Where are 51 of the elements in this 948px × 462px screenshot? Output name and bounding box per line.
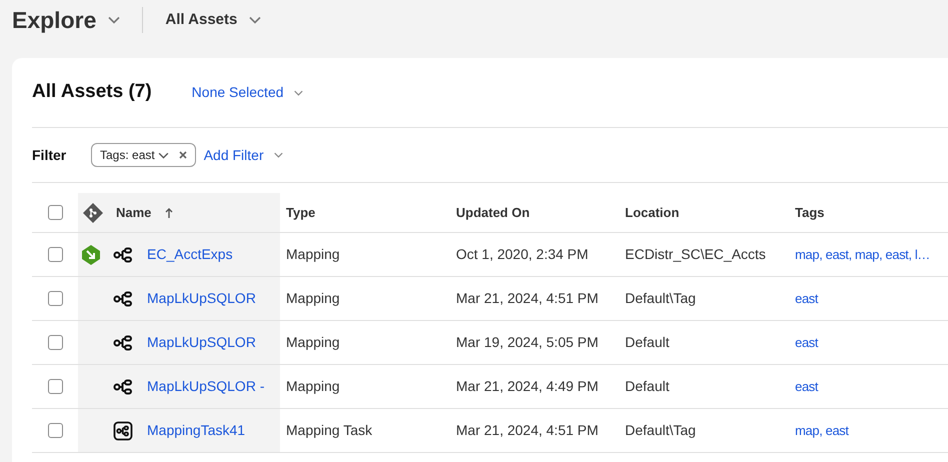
row-checkbox[interactable] [48,423,62,438]
tags-links[interactable]: east [789,376,818,396]
location-cell-text: Default [624,377,670,396]
mapping-icon [113,378,133,394]
type-cell-text: Mapping [285,245,341,264]
tags-links[interactable]: map, east, map, east, l… [789,244,930,264]
caret-icon [158,152,169,158]
tags-links[interactable]: map, east [789,420,848,440]
selection-dropdown[interactable]: None Selected [192,82,284,103]
row-checkbox[interactable] [48,247,62,262]
tags-links[interactable]: east [789,288,818,308]
tags-links[interactable]: east [789,332,818,352]
type-cell-text: Mapping Task [285,421,374,440]
row-checkbox[interactable] [48,291,62,306]
sort-ascending-icon [165,208,174,218]
column-header[interactable]: Location [625,202,680,222]
add-filter-link[interactable]: Add Filter [204,144,264,166]
page-title: Explore [12,6,96,35]
location-cell-text: Default [624,333,670,352]
updated-cell-text: Mar 21, 2024, 4:49 PM [455,377,600,396]
updated-cell-text: Mar 21, 2024, 4:51 PM [455,421,600,440]
mapping-icon [113,246,133,262]
type-cell-text: Mapping [285,333,341,352]
mapping-icon [113,334,133,350]
column-header[interactable]: Type [286,202,316,222]
caret-icon [274,152,283,158]
location-cell-text: ECDistr_SC\EC_Accts [624,245,767,264]
caret-icon [108,16,120,24]
column-header[interactable]: Name [116,202,152,222]
row-checkbox[interactable] [48,205,62,220]
updated-cell-text: Oct 1, 2020, 2:34 PM [455,245,590,264]
type-cell-text: Mapping [285,289,341,308]
caret-icon [249,16,262,24]
row-checkbox[interactable] [48,335,62,350]
close-icon[interactable] [178,151,187,159]
view-selector[interactable]: All Assets [165,8,238,32]
caret-icon [294,90,303,96]
row-checkbox[interactable] [48,379,62,394]
location-cell-text: Default\Tag [624,289,697,308]
column-header[interactable]: Updated On [456,202,530,222]
updated-cell-text: Mar 19, 2024, 5:05 PM [455,333,600,352]
updated-cell-text: Mar 21, 2024, 4:51 PM [455,289,600,308]
source-control-icon [82,202,104,224]
mapping-task-icon [113,420,133,440]
filter-chip[interactable]: Tags: east [91,143,196,167]
filter-label: Filter [32,146,68,164]
location-cell-text: Default\Tag [624,421,697,440]
mapping-icon [113,290,133,306]
type-cell-text: Mapping [285,377,341,396]
panel-title: All Assets (7) [32,80,152,104]
column-header[interactable]: Tags [795,202,824,222]
